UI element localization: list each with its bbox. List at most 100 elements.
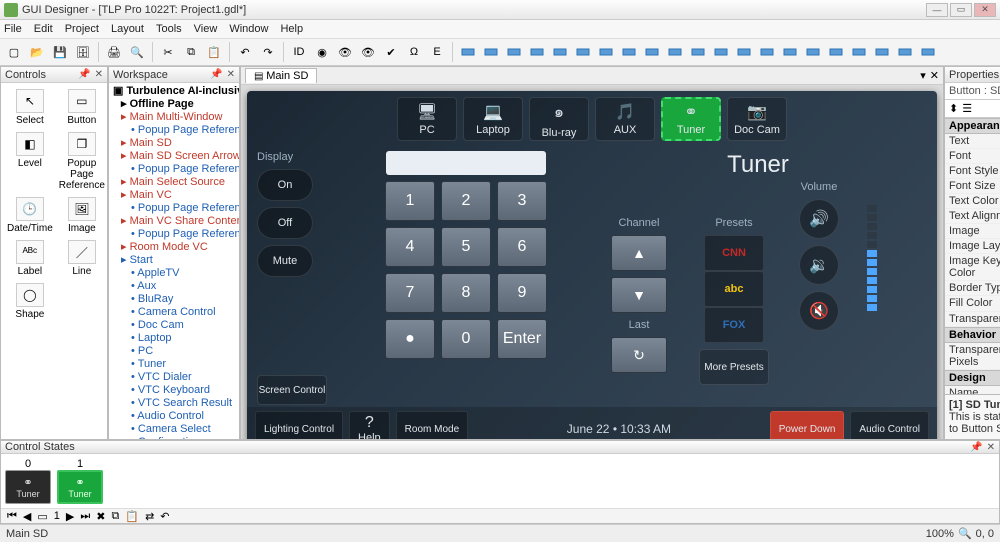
cut-icon[interactable]: ✂ (158, 42, 178, 62)
display-mute-button[interactable]: Mute (257, 245, 313, 277)
dist-h-icon[interactable] (596, 42, 616, 62)
tree-item[interactable]: • Popup Page Reference1 (111, 202, 237, 215)
tree-item[interactable]: • Laptop (111, 332, 237, 345)
sz-w-icon[interactable] (642, 42, 662, 62)
prop-group-behavior[interactable]: Behavior (945, 327, 1000, 343)
menu-file[interactable]: File (4, 23, 22, 35)
align-r-icon[interactable] (504, 42, 524, 62)
circle-id-icon[interactable]: ◉ (312, 42, 332, 62)
sz-wh-icon[interactable] (688, 42, 708, 62)
canvas-tab-main[interactable]: ▤ Main SD (245, 68, 317, 83)
group-icon[interactable] (895, 42, 915, 62)
arr-r-icon[interactable] (757, 42, 777, 62)
menu-layout[interactable]: Layout (111, 23, 144, 35)
tree-item[interactable]: ▸ Start (111, 254, 237, 267)
sort-az-icon[interactable]: ⬍ (949, 102, 958, 115)
more-presets-button[interactable]: More Presets (699, 349, 769, 385)
close-button[interactable]: ✕ (974, 3, 996, 17)
copy-icon[interactable]: ⧉ (181, 42, 201, 62)
prop-row[interactable]: Font Size12 (945, 179, 1000, 194)
pin-icon[interactable]: 📌 (210, 69, 222, 80)
tree-item[interactable]: • VTC Dialer (111, 371, 237, 384)
tree-item[interactable]: • Popup Page Reference1 (111, 124, 237, 137)
state-nav-page[interactable]: ▭ (37, 510, 47, 523)
tree-item[interactable]: ▸ Room Mode VC (111, 241, 237, 254)
tree-item[interactable]: ▸ Main VC Share Content (111, 215, 237, 228)
redo-icon[interactable]: ↷ (258, 42, 278, 62)
tree-item[interactable]: • Audio Control (111, 410, 237, 423)
key-3[interactable]: 3 (497, 181, 547, 221)
state-nav-del[interactable]: ✖ (96, 510, 105, 523)
display-off-button[interactable]: Off (257, 207, 313, 239)
tree-item[interactable]: • AppleTV (111, 267, 237, 280)
key-●[interactable]: ● (385, 319, 435, 359)
save-all-icon[interactable]: 🗄 (73, 42, 93, 62)
tree-item[interactable]: • Camera Select (111, 423, 237, 436)
control-line[interactable]: ／Line (59, 240, 105, 277)
state-nav-prev[interactable]: ◀ (23, 510, 31, 523)
menu-edit[interactable]: Edit (34, 23, 53, 35)
screen-control-button[interactable]: Screen Control (257, 375, 327, 405)
paste-icon[interactable]: 📋 (204, 42, 224, 62)
channel-up-button[interactable]: ▲ (611, 235, 667, 271)
help-button[interactable]: ?Help (349, 411, 390, 439)
id-icon[interactable]: ID (289, 42, 309, 62)
dock-laptop-button[interactable]: 💻Laptop (463, 97, 523, 141)
tree-item[interactable]: ▸ Offline Page (111, 98, 237, 111)
tree-item[interactable]: • Popup Page Reference1 (111, 228, 237, 241)
control-level[interactable]: ◧Level (7, 132, 53, 191)
close-icon[interactable]: ✕ (95, 69, 103, 80)
state-nav-first[interactable]: ⏮ (7, 510, 17, 523)
categorize-icon[interactable]: ☰ (962, 102, 972, 115)
preset-abc[interactable]: abc (704, 271, 764, 307)
prop-row[interactable]: Text AlignmentMiddle-Center (945, 209, 1000, 224)
tree-item[interactable]: • BluRay (111, 293, 237, 306)
state-nav-1[interactable]: 1 (54, 510, 60, 522)
dock-doc-cam-button[interactable]: 📷Doc Cam (727, 97, 787, 141)
state-nav-last[interactable]: ⏭ (80, 510, 90, 523)
save-icon[interactable]: 💾 (50, 42, 70, 62)
volume-down-button[interactable]: 🔉 (799, 245, 839, 285)
volume-mute-button[interactable]: 🔇 (799, 291, 839, 331)
align-t-icon[interactable] (527, 42, 547, 62)
key-2[interactable]: 2 (441, 181, 491, 221)
prop-row[interactable]: Transparent PixelsPressable (945, 343, 1000, 370)
tree-item[interactable]: • Aux (111, 280, 237, 293)
dist-v-icon[interactable] (619, 42, 639, 62)
arr-l-icon[interactable] (711, 42, 731, 62)
state-nav-copy[interactable]: ⧉ (112, 510, 120, 523)
pin-icon[interactable]: 📌 (970, 442, 982, 453)
state-1[interactable]: 1⚭Tuner (57, 458, 103, 504)
eye-id-icon[interactable]: 👁 (335, 42, 355, 62)
key-Enter[interactable]: Enter (497, 319, 547, 359)
prop-row[interactable]: Fill Color▢ Transparent (945, 296, 1000, 312)
key-1[interactable]: 1 (385, 181, 435, 221)
pin-icon[interactable]: 📌 (78, 69, 90, 80)
preset-fox[interactable]: FOX (704, 307, 764, 343)
close-icon[interactable]: ✕ (987, 442, 995, 453)
prop-row[interactable]: Image (945, 224, 1000, 239)
new-icon[interactable]: ▢ (4, 42, 24, 62)
dock-aux-button[interactable]: 🎵AUX (595, 97, 655, 141)
tree-item[interactable]: ▸ Main SD (111, 137, 237, 150)
prop-row[interactable]: Border Type(none) (945, 281, 1000, 296)
tree-item[interactable]: ▸ Main Multi-Window (111, 111, 237, 124)
power-down-button[interactable]: Power Down (770, 411, 845, 439)
eye-icon[interactable]: 👁 (358, 42, 378, 62)
align-l-icon[interactable] (458, 42, 478, 62)
key-4[interactable]: 4 (385, 227, 435, 267)
tree-item[interactable]: • Popup Page Reference1 (111, 163, 237, 176)
control-select[interactable]: ↖Select (7, 89, 53, 126)
tree-item[interactable]: • VTC Keyboard (111, 384, 237, 397)
maximize-button[interactable]: ▭ (950, 3, 972, 17)
control-date/time[interactable]: 🕒Date/Time (7, 197, 53, 234)
arr-t-icon[interactable] (780, 42, 800, 62)
control-popup-page-reference[interactable]: ❐Popup Page Reference (59, 132, 105, 191)
key-8[interactable]: 8 (441, 273, 491, 313)
tree-root[interactable]: ▣ Turbulence AI-inclusive 1022 (111, 85, 237, 98)
canvas-area[interactable]: 🖥PC💻Laptop๑Blu-ray🎵AUX⚭Tuner📷Doc Cam Dis… (241, 85, 943, 439)
omega-icon[interactable]: Ω (404, 42, 424, 62)
print-icon[interactable]: 🖨 (104, 42, 124, 62)
dock-blu-ray-button[interactable]: ๑Blu-ray (529, 97, 589, 141)
tree-item[interactable]: • Confirmation (111, 436, 237, 439)
